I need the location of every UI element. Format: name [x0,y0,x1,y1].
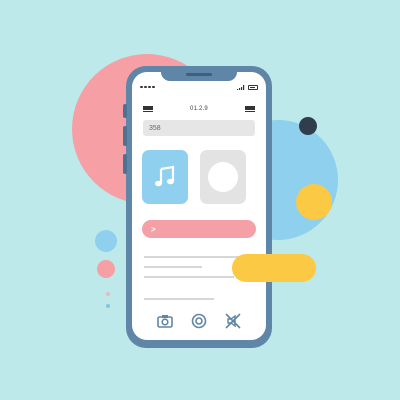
app-navbar: 01.2.9 [143,104,255,114]
tiny-dot-decor [106,292,110,296]
text-line [144,276,234,278]
status-bar [140,82,258,92]
dark-dot-decor [299,117,317,135]
status-right [237,84,258,90]
tiny-blue-dot-decor [106,304,110,308]
phone-notch [161,72,237,81]
notch-speaker [186,73,212,76]
yellow-dot-decor [296,184,332,220]
signal-icon [237,84,245,90]
target-icon[interactable] [191,313,207,329]
illustration-stage: 01.2.9 358 > [0,0,400,400]
battery-icon [248,84,258,90]
signal-dots-icon [140,85,155,89]
nav-title: 01.2.9 [190,106,208,112]
small-pink-dot-decor [97,260,115,278]
music-note-icon [155,165,175,187]
search-input[interactable]: 358 [143,120,255,136]
camera-icon[interactable] [157,313,173,329]
text-line [144,256,240,258]
text-line [144,266,202,268]
play-button-bar[interactable]: > [142,220,256,238]
phone-mockup: 01.2.9 358 > [123,66,272,348]
search-value: 358 [149,124,161,132]
menu-icon[interactable] [143,106,153,112]
text-line [144,298,214,300]
yellow-pill-decor [232,254,316,282]
record-tile[interactable] [200,150,246,204]
power-button [123,154,127,174]
play-bar-label: > [151,224,156,234]
volume-down-button [123,126,127,146]
music-tile[interactable] [142,150,188,204]
volume-up-button [123,104,127,118]
phone-screen: 01.2.9 358 > [132,72,266,340]
mute-icon[interactable] [225,313,241,329]
bottom-toolbar [132,310,266,332]
small-blue-dot-decor [95,230,117,252]
menu-icon-right[interactable] [244,106,255,112]
record-circle-icon [208,162,238,192]
